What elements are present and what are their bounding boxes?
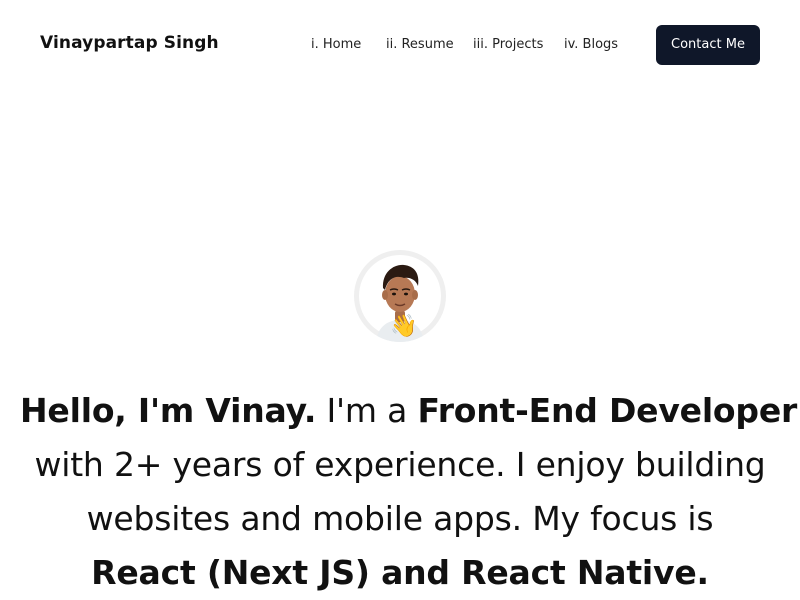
contact-me-button[interactable]: Contact Me	[656, 25, 760, 65]
hero-greeting: Hello, I'm Vinay.	[20, 391, 317, 430]
nav-home-link[interactable]: i. Home	[311, 37, 361, 52]
hero-intro: Hello, I'm Vinay. I'm a Front-End Develo…	[20, 384, 797, 600]
site-brand[interactable]: Vinaypartap Singh	[40, 33, 219, 53]
hero-line-2: with 2+ years of experience. I enjoy bui…	[34, 445, 766, 484]
waving-hand-icon: 👋	[390, 314, 418, 339]
page: Vinaypartap Singh i. Home ii. Resume iii…	[0, 0, 800, 600]
hero-line-1: Hello, I'm Vinay. I'm a Front-End Develo…	[20, 384, 797, 438]
hero-line-3: websites and mobile apps. My focus is	[86, 499, 714, 538]
nav-projects-link[interactable]: iii. Projects	[473, 37, 543, 52]
hero-role: Front-End Developer	[417, 391, 798, 430]
nav-blogs-link[interactable]: iv. Blogs	[564, 37, 618, 52]
hero-focus: React (Next JS) and React Native.	[91, 553, 709, 592]
hero-line-4: React (Next JS) and React Native.	[20, 546, 780, 600]
avatar-wrap: 👋	[354, 250, 446, 342]
nav-resume-link[interactable]: ii. Resume	[386, 37, 454, 52]
hero-intro-mid: I'm a	[316, 391, 418, 430]
site-header: Vinaypartap Singh i. Home ii. Resume iii…	[0, 0, 800, 90]
